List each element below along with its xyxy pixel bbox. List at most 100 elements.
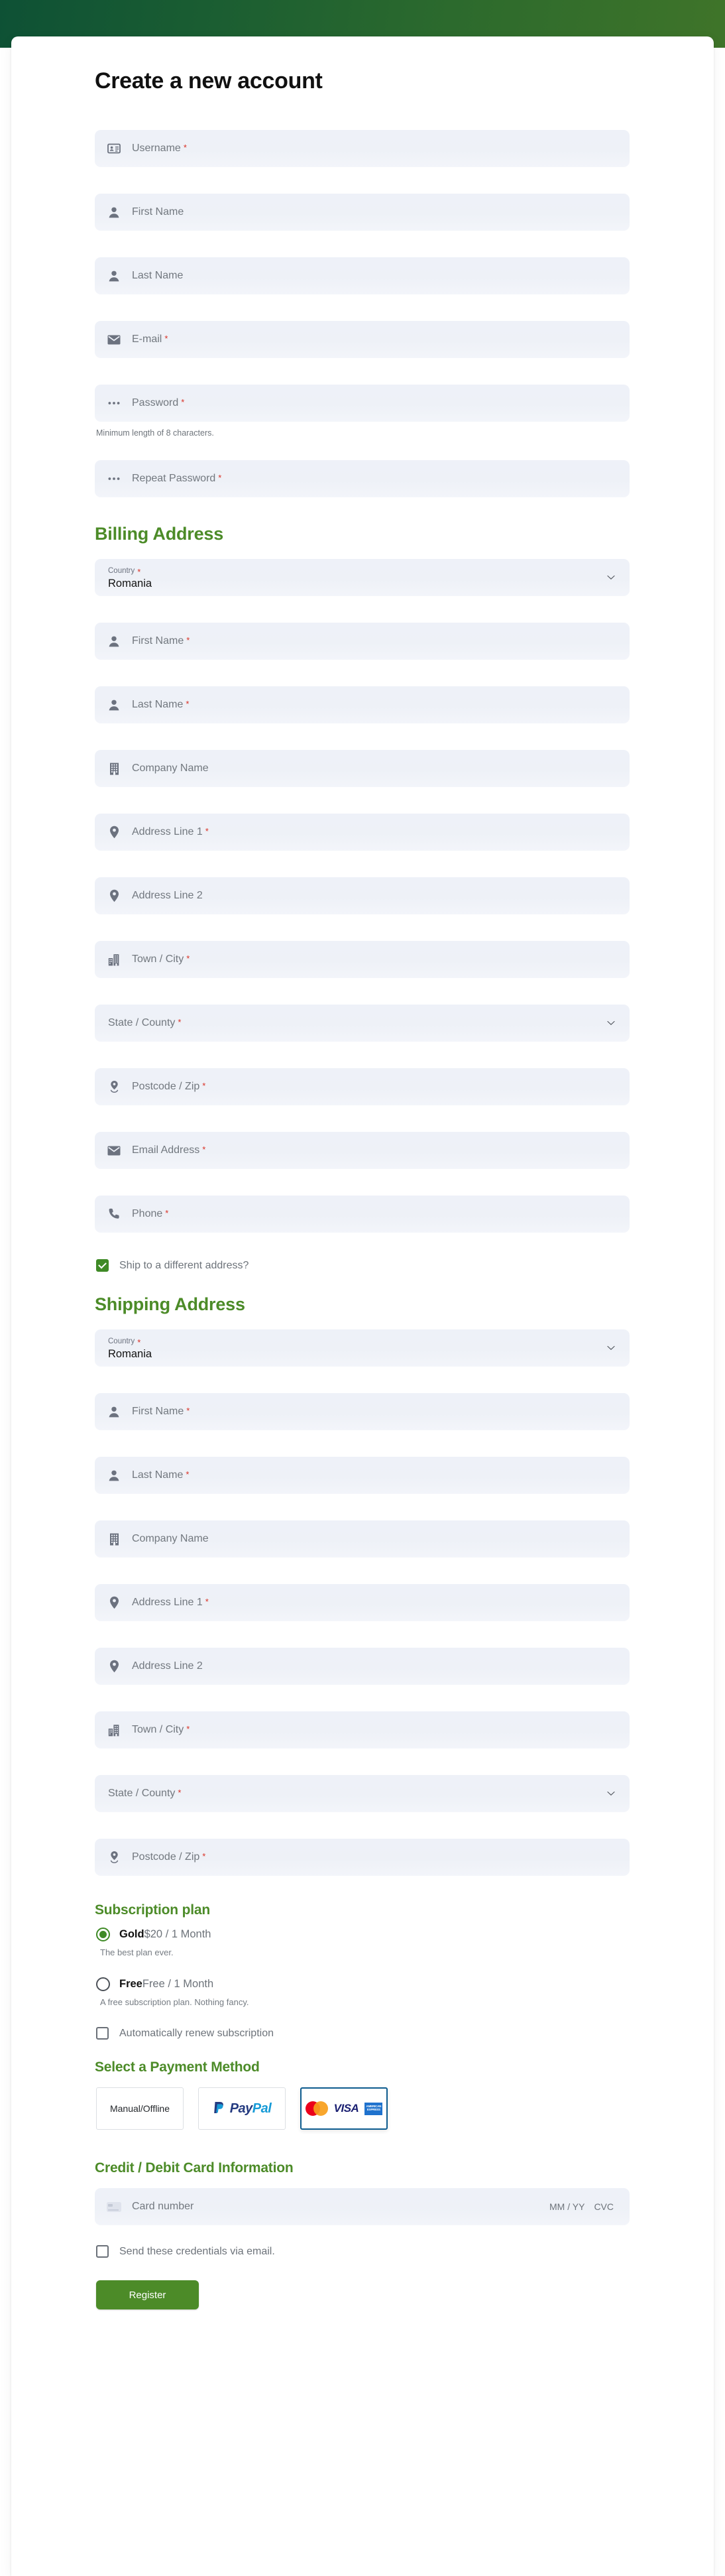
shipping-state-county-field[interactable]: State / County * (95, 1775, 630, 1812)
required-asterisk: * (205, 826, 209, 836)
subscription-plans-group: Gold $20 / 1 Month The best plan ever. Free… (95, 1928, 630, 2007)
send-credentials-checkbox[interactable] (96, 2245, 109, 2258)
dots-icon (107, 471, 121, 486)
required-asterisk: * (137, 566, 141, 577)
account-password-field[interactable]: Password * (95, 385, 630, 422)
ship-different-address-row[interactable]: Ship to a different address? (96, 1259, 630, 1272)
amex-icon: AMERICAN EXPRESS (364, 2102, 383, 2115)
subscription-plan-gold-description: The best plan ever. (100, 1947, 174, 1957)
required-asterisk: * (186, 1724, 190, 1734)
chevron-down-icon (607, 1342, 615, 1354)
required-asterisk: * (186, 635, 190, 645)
billing-first-name-field[interactable]: First Name * (95, 623, 630, 660)
city-icon (107, 1723, 121, 1737)
credit-card-icon (107, 2201, 121, 2212)
billing-state-county-placeholder: State / County * (108, 1017, 182, 1028)
payment-method-paypal[interactable]: PayPal (198, 2087, 286, 2130)
subscription-plan-free-description: A free subscription plan. Nothing fancy. (100, 1997, 249, 2007)
subscription-plan-gold-radio[interactable] (96, 1928, 110, 1941)
postcode-pin-icon (107, 1850, 121, 1865)
auto-renew-checkbox[interactable] (96, 2027, 109, 2040)
chevron-down-icon (607, 1788, 615, 1800)
visa-icon: VISA (333, 2102, 359, 2115)
person-icon (107, 1468, 121, 1483)
paypal-logo-icon: PayPal (213, 2101, 272, 2116)
map-pin-icon (107, 1595, 121, 1610)
send-credentials-row[interactable]: Send these credentials via email. (96, 2245, 630, 2258)
subscription-plan-gold-name: Gold (119, 1928, 144, 1940)
account-repeat-password-field[interactable]: Repeat Password * (95, 460, 630, 497)
chevron-down-icon (607, 1017, 615, 1029)
page-title: Create a new account (95, 68, 323, 93)
account-first-name-field[interactable]: First Name (95, 194, 630, 231)
person-icon (107, 1404, 121, 1419)
required-asterisk: * (181, 397, 185, 407)
required-asterisk: * (202, 1144, 206, 1154)
account-fields-group: Username * First Name Last Name E-mail * Passw… (95, 130, 630, 497)
shipping-first-name-field[interactable]: First Name * (95, 1393, 630, 1430)
billing-address-line-1-field[interactable]: Address Line 1 * (95, 814, 630, 851)
account-password-placeholder: Password * (132, 397, 185, 408)
subscription-plan-free-radio[interactable] (96, 1977, 110, 1991)
payment-method-credit-card[interactable]: VISA AMERICAN EXPRESS (300, 2087, 388, 2130)
billing-company-name-field[interactable]: Company Name (95, 750, 630, 787)
shipping-postcode-zip-field[interactable]: Postcode / Zip * (95, 1839, 630, 1876)
shipping-address-line-1-field[interactable]: Address Line 1 * (95, 1584, 630, 1621)
billing-company-name-placeholder: Company Name (132, 763, 209, 774)
shipping-last-name-field[interactable]: Last Name * (95, 1457, 630, 1494)
account-email-field[interactable]: E-mail * (95, 321, 630, 358)
billing-country-label: Country * (108, 566, 141, 577)
building-icon (107, 1532, 121, 1546)
register-button[interactable]: Register (96, 2280, 199, 2309)
card-information-heading: Credit / Debit Card Information (95, 2160, 294, 2176)
id-card-icon (107, 141, 121, 156)
billing-fields-group: First Name * Last Name * Company Name Address… (95, 623, 630, 1233)
billing-address-line-2-placeholder: Address Line 2 (132, 890, 203, 901)
card-expiry-cvc-group: MM / YY CVC (549, 2201, 614, 2212)
shipping-town-city-field[interactable]: Town / City * (95, 1711, 630, 1748)
billing-state-county-field[interactable]: State / County * (95, 1005, 630, 1042)
billing-address-line-2-field[interactable]: Address Line 2 (95, 877, 630, 914)
shipping-country-select[interactable]: Country * Romania (95, 1329, 630, 1367)
card-cvc-placeholder: CVC (594, 2201, 614, 2212)
billing-town-city-placeholder: Town / City * (132, 953, 190, 965)
auto-renew-label: Automatically renew subscription (119, 2027, 274, 2039)
dots-icon (107, 396, 121, 410)
billing-country-select[interactable]: Country * Romania (95, 559, 630, 596)
account-username-placeholder: Username * (132, 143, 187, 154)
account-last-name-field[interactable]: Last Name (95, 257, 630, 294)
map-pin-icon (107, 889, 121, 903)
billing-first-name-placeholder: First Name * (132, 635, 190, 646)
billing-town-city-field[interactable]: Town / City * (95, 941, 630, 978)
account-email-placeholder: E-mail * (132, 334, 168, 345)
payment-method-manual-offline[interactable]: Manual/Offline (96, 2087, 184, 2130)
ship-different-address-checkbox[interactable] (96, 1259, 109, 1272)
billing-last-name-field[interactable]: Last Name * (95, 686, 630, 723)
billing-country-value: Romania (108, 577, 152, 589)
subscription-plan-free-price: Free / 1 Month (142, 1978, 214, 1990)
shipping-address-line-2-field[interactable]: Address Line 2 (95, 1648, 630, 1685)
shipping-fields-group: First Name * Last Name * Company Name Address… (95, 1393, 630, 1876)
subscription-plan-free[interactable]: Free Free / 1 Month (96, 1977, 630, 1991)
required-asterisk: * (218, 473, 222, 483)
envelope-icon (107, 332, 121, 347)
account-last-name-placeholder: Last Name (132, 270, 184, 281)
auto-renew-row[interactable]: Automatically renew subscription (96, 2027, 630, 2040)
billing-postcode-zip-field[interactable]: Postcode / Zip * (95, 1068, 630, 1105)
subscription-plan-free-name: Free (119, 1978, 142, 1990)
required-asterisk: * (178, 1788, 182, 1798)
map-pin-icon (107, 825, 121, 839)
payment-methods-list: Manual/Offline PayPal VISA AMERICAN EXPR… (96, 2087, 630, 2130)
registration-card: Create a new account Username * First Name… (11, 36, 714, 2576)
subscription-plan-gold[interactable]: Gold $20 / 1 Month (96, 1928, 630, 1941)
account-username-field[interactable]: Username * (95, 130, 630, 167)
card-number-field[interactable]: Card number MM / YY CVC (95, 2188, 630, 2225)
billing-email-address-field[interactable]: Email Address * (95, 1132, 630, 1169)
shipping-company-name-field[interactable]: Company Name (95, 1520, 630, 1558)
billing-phone-field[interactable]: Phone * (95, 1196, 630, 1233)
required-asterisk: * (178, 1017, 182, 1027)
password-helper-text: Minimum length of 8 characters. (96, 428, 214, 438)
card-expiry-placeholder: MM / YY (549, 2201, 585, 2212)
city-icon (107, 952, 121, 967)
required-asterisk: * (186, 1406, 190, 1416)
